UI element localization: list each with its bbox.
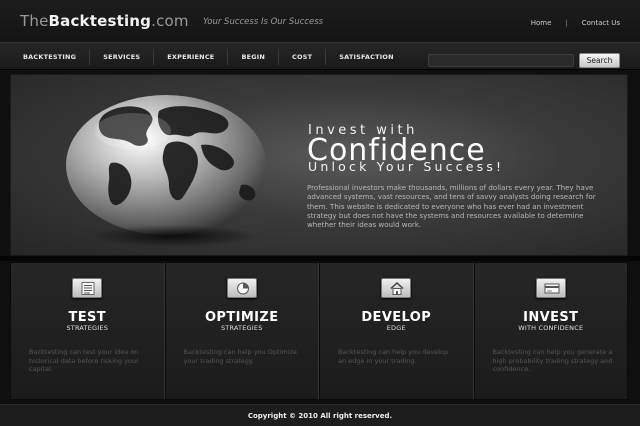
feature-title: INVEST (523, 310, 579, 325)
nav-item-satisfaction[interactable]: SATISFACTION (326, 49, 406, 65)
feature-optimize[interactable]: OPTIMIZE STRATEGIES Backtesting can help… (164, 262, 319, 400)
top-links: Home | Contact Us (531, 19, 620, 27)
feature-description: Backtesting can help you generate a high… (492, 348, 613, 374)
search-field (428, 54, 574, 74)
divider-band (0, 256, 640, 261)
house-icon[interactable] (381, 278, 411, 298)
hero-paragraph: Professional investors make thousands, m… (307, 183, 596, 230)
copyright-text: Copyright © 2010 All right reserved. (247, 412, 393, 420)
nav-item-cost[interactable]: COST (279, 49, 327, 65)
nav-item-begin[interactable]: BEGIN (228, 49, 280, 65)
nav-item-backtesting[interactable]: BACKTESTING (10, 49, 91, 65)
top-links-separator: | (565, 19, 568, 27)
home-link[interactable]: Home (531, 19, 552, 27)
search-button[interactable]: Search (579, 53, 620, 68)
logo-prefix: The (20, 12, 49, 30)
feature-invest[interactable]: INVEST WITH CONFIDENCE Backtesting can h… (473, 262, 628, 400)
feature-develop[interactable]: DEVELOP EDGE Backtesting can help you de… (319, 262, 474, 400)
feature-subtitle: WITH CONFIDENCE (518, 324, 584, 332)
site-footer: Copyright © 2010 All right reserved. (0, 404, 640, 426)
feature-columns: TEST STRATEGIES Backtesting can test you… (10, 262, 628, 400)
site-tagline: Your Success Is Our Success (203, 17, 324, 27)
nav-item-experience[interactable]: EXPERIENCE (154, 49, 229, 65)
main-nav: BACKTESTING SERVICES EXPERIENCE BEGIN CO… (0, 42, 640, 74)
nav-items: BACKTESTING SERVICES EXPERIENCE BEGIN CO… (10, 43, 407, 71)
document-icon[interactable] (72, 278, 102, 298)
contact-us-link[interactable]: Contact Us (582, 19, 620, 27)
logo-main: Backtesting (48, 12, 152, 30)
card-icon[interactable] (535, 278, 566, 298)
hero-banner: Invest with Confidence Unlock Your Succe… (10, 74, 628, 256)
globe-shadow (89, 225, 259, 247)
site-header: TheBacktesting.com Your Success Is Our S… (0, 0, 640, 42)
feature-description: Backtesting can test your idea on histor… (29, 348, 139, 374)
feature-title: TEST (68, 310, 107, 325)
hero-heading-line3: Unlock Your Success! (308, 159, 505, 174)
site-logo[interactable]: TheBacktesting.com (20, 12, 189, 30)
feature-subtitle: STRATEGIES (66, 324, 109, 332)
feature-test[interactable]: TEST STRATEGIES Backtesting can test you… (10, 262, 165, 400)
globe-icon (51, 93, 281, 253)
nav-item-services[interactable]: SERVICES (90, 49, 155, 65)
feature-subtitle: STRATEGIES (220, 324, 263, 332)
feature-description: Backtesting can help you Optimize your t… (183, 348, 297, 365)
feature-subtitle: EDGE (386, 324, 406, 332)
pie-chart-icon[interactable] (226, 278, 257, 298)
search-input[interactable] (429, 62, 573, 74)
feature-title: DEVELOP (361, 310, 432, 325)
logo-suffix: .com (151, 12, 189, 30)
feature-title: OPTIMIZE (204, 310, 279, 325)
feature-description: Backtesting can help you develop an edge… (338, 348, 449, 365)
